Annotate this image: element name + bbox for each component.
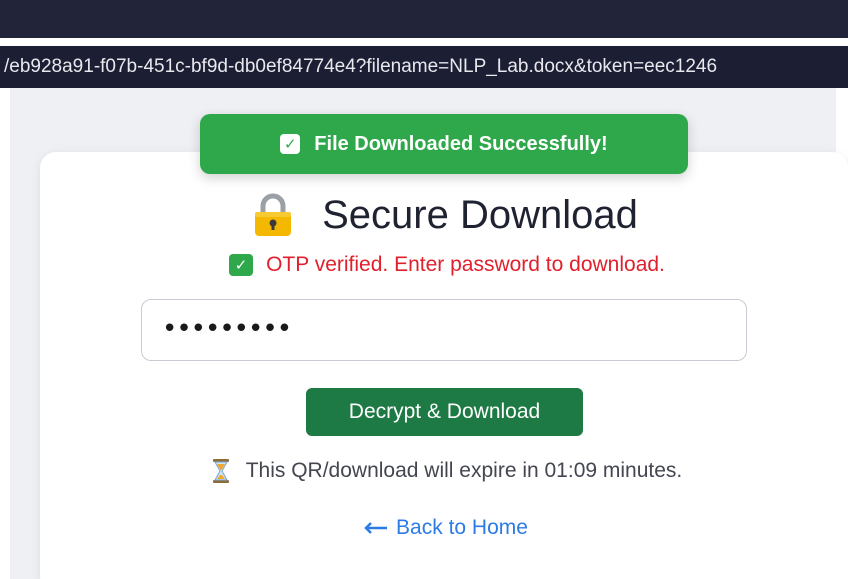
check-icon: ✓ bbox=[280, 134, 301, 154]
otp-status-row: ✓ OTP verified. Enter password to downlo… bbox=[0, 251, 848, 279]
decrypt-download-button[interactable]: Decrypt & Download bbox=[306, 388, 583, 436]
toast-message: File Downloaded Successfully! bbox=[314, 132, 608, 155]
address-bar-url[interactable]: /eb928a91-f07b-451c-bf9d-db0ef84774e4?fi… bbox=[4, 56, 717, 77]
password-value[interactable]: ••••••••• bbox=[162, 314, 292, 344]
otp-status-text: OTP verified. Enter password to download… bbox=[266, 253, 665, 276]
decrypt-download-label[interactable]: Decrypt & Download bbox=[349, 400, 540, 424]
address-bar[interactable]: /eb928a91-f07b-451c-bf9d-db0ef84774e4?fi… bbox=[0, 46, 848, 88]
success-toast: ✓ File Downloaded Successfully! bbox=[200, 114, 688, 174]
left-arrow-icon[interactable] bbox=[364, 522, 388, 534]
screenshot-frame: /eb928a91-f07b-451c-bf9d-db0ef84774e4?fi… bbox=[0, 0, 848, 579]
browser-top-bar bbox=[0, 0, 848, 38]
page-title: Secure Download bbox=[322, 192, 638, 237]
check-icon: ✓ bbox=[229, 254, 254, 276]
password-input[interactable]: ••••••••• bbox=[141, 299, 747, 361]
expiry-text: This QR/download will expire in 01:09 mi… bbox=[245, 459, 683, 482]
lock-icon bbox=[255, 193, 292, 236]
back-to-home-link[interactable]: Back to Home bbox=[0, 513, 848, 543]
back-to-home-label[interactable]: Back to Home bbox=[396, 516, 528, 540]
title-row: Secure Download bbox=[0, 190, 848, 240]
hourglass-icon bbox=[212, 459, 229, 483]
expiry-notice: This QR/download will expire in 01:09 mi… bbox=[0, 456, 848, 486]
